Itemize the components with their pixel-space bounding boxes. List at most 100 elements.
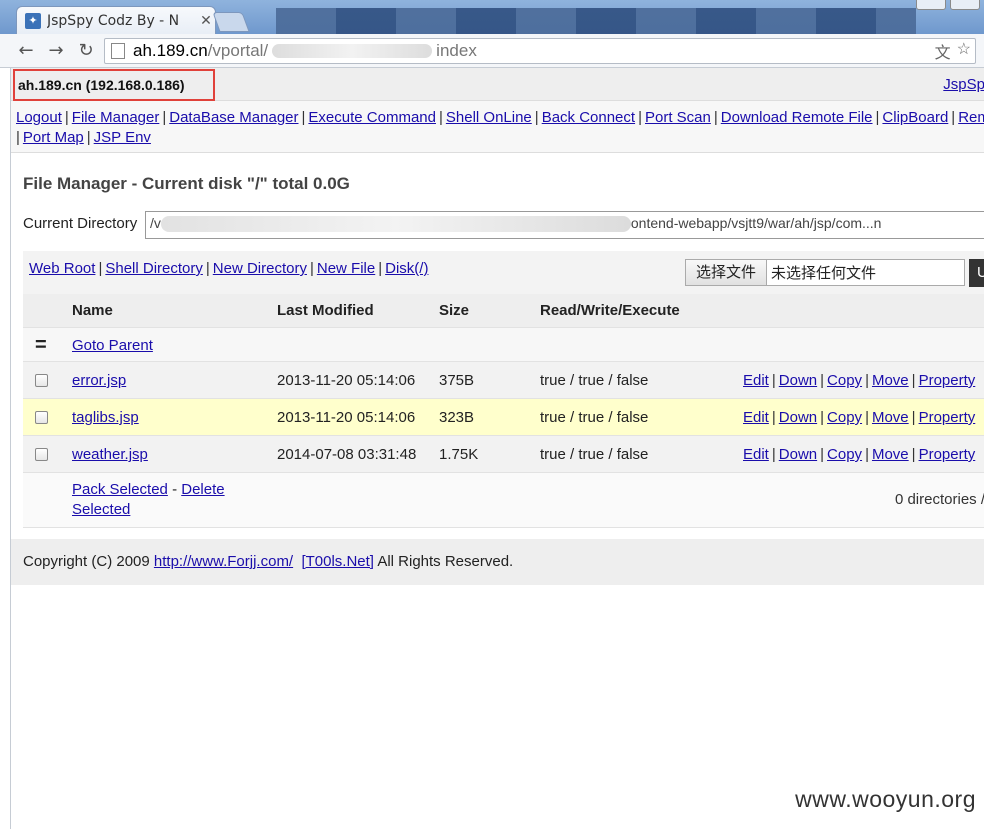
jspspy-link[interactable]: JspSp [943,76,984,93]
t00ls-link[interactable]: [T00ls.Net] [301,553,374,570]
op-separator: | [911,372,916,389]
menu-item-clipboard[interactable]: ClipBoard [882,109,948,126]
op-separator: | [865,372,869,389]
dir-link-new-directory[interactable]: New Directory [213,260,307,277]
header-name: Name [72,302,113,319]
url-redacted-blur [272,44,433,58]
directory-links: Web Root | Shell Directory | New Directory | N… [29,260,428,277]
url-path-end: index [436,41,477,60]
op-separator: | [771,372,776,389]
menu-item-file-manager[interactable]: File Manager [72,109,160,126]
file-copy-link[interactable]: Copy [827,409,862,426]
file-edit-link[interactable]: Edit [743,409,769,426]
file-name-link[interactable]: weather.jsp [72,446,148,463]
dir-link-disk-[interactable]: Disk(/) [385,260,428,277]
file-property-link[interactable]: Property [919,409,976,426]
url-host: ah.189.cn [133,41,208,60]
file-move-link[interactable]: Move [872,409,909,426]
copyright-bar: Copyright (C) 2009 http://www.Forjj.com/… [11,539,984,585]
browser-title-bar: ✦ JspSpy Codz By - N ✕ [0,0,984,34]
op-separator: | [771,446,776,463]
menu-separator: | [534,109,539,126]
menu-separator: | [162,109,167,126]
file-name-link[interactable]: error.jsp [72,372,126,389]
op-separator: | [820,409,825,426]
bulk-actions: Pack Selected - Delete Selected [72,480,262,520]
file-copy-link[interactable]: Copy [827,372,862,389]
dir-link-shell-directory[interactable]: Shell Directory [105,260,203,277]
file-size: 375B [439,372,475,389]
file-move-link[interactable]: Move [872,372,909,389]
menu-item-back-connect[interactable]: Back Connect [542,109,635,126]
upload-button[interactable]: U [969,259,984,287]
file-edit-link[interactable]: Edit [743,446,769,463]
row-checkbox[interactable] [35,374,48,387]
menu-item-rem[interactable]: Rem [958,109,984,126]
page-icon [111,43,125,59]
file-move-link[interactable]: Move [872,446,909,463]
maximize-button[interactable] [950,0,980,10]
tab-close-icon[interactable]: ✕ [197,13,215,29]
menu-item-execute-command[interactable]: Execute Command [308,109,436,126]
copyright-suffix: All Rights Reserved. [377,553,514,570]
forjj-link[interactable]: http://www.Forjj.com/ [154,553,293,570]
current-directory-input[interactable]: /v ontend-webapp/vsjtt9/war/ah/jsp/com...… [145,211,984,239]
file-down-link[interactable]: Down [779,409,817,426]
tab-title: JspSpy Codz By - N [47,12,180,29]
table-footer: Pack Selected - Delete Selected 0 direct… [23,473,984,528]
table-row: error.jsp 2013-11-20 05:14:06 375B true / t… [23,362,984,399]
file-property-link[interactable]: Property [919,446,976,463]
file-edit-link[interactable]: Edit [743,372,769,389]
reload-icon[interactable]: ↻ [74,40,98,62]
choose-file-button[interactable]: 选择文件 [686,260,768,285]
bookmark-star-icon[interactable]: ☆ [957,39,971,63]
goto-parent-link[interactable]: Goto Parent [72,337,153,354]
menu-item-database-manager[interactable]: DataBase Manager [169,109,298,126]
file-none-label: 未选择任何文件 [771,264,877,282]
menu-item-logout[interactable]: Logout [16,109,62,126]
menu-separator: | [875,109,880,126]
file-upload-input[interactable]: 选择文件 未选择任何文件 [685,259,965,286]
minimize-button[interactable] [916,0,946,10]
menu-item-jsp-env[interactable]: JSP Env [94,129,151,146]
op-separator: | [820,446,825,463]
row-checkbox[interactable] [35,411,48,424]
menu-separator: | [301,109,306,126]
file-copy-link[interactable]: Copy [827,446,862,463]
link-separator: | [205,260,210,277]
file-operations: Edit | Down | Copy | Move | Property [743,372,975,389]
row-checkbox-cell [35,446,48,465]
menu-item-port-map[interactable]: Port Map [23,129,84,146]
menu-separator: | [16,129,20,146]
row-checkbox-cell [35,372,48,391]
menu-separator: | [713,109,718,126]
file-name-link[interactable]: taglibs.jsp [72,409,139,426]
file-down-link[interactable]: Down [779,446,817,463]
file-property-link[interactable]: Property [919,372,976,389]
file-operations: Edit | Down | Copy | Move | Property [743,409,975,426]
menu-separator: | [638,109,642,126]
browser-tab[interactable]: ✦ JspSpy Codz By - N ✕ [16,6,216,34]
main-menu: Logout | File Manager | DataBase Manager | Exe… [11,101,984,153]
address-bar[interactable]: ah.189.cn /vportal/ index 文 ☆ [104,38,976,64]
dir-link-new-file[interactable]: New File [317,260,375,277]
translate-icon[interactable]: 文 [935,39,951,63]
pack-selected-link[interactable]: Pack Selected [72,481,168,498]
header-modified: Last Modified [277,302,374,319]
forward-arrow-icon[interactable]: → [44,40,68,62]
back-arrow-icon[interactable]: ← [14,40,38,62]
dir-link-web-root[interactable]: Web Root [29,260,95,277]
header-rwx: Read/Write/Execute [540,302,680,319]
host-bar: ah.189.cn (192.168.0.186) JspSp [11,68,984,101]
file-down-link[interactable]: Down [779,372,817,389]
parent-dir-icon: = [35,334,47,356]
menu-item-download-remote-file[interactable]: Download Remote File [721,109,873,126]
new-tab-button[interactable] [212,12,250,32]
directory-summary: 0 directories / [894,491,984,508]
op-separator: | [911,409,916,426]
file-table: Name Last Modified Size Read/Write/Execu… [23,294,984,528]
menu-item-shell-online[interactable]: Shell OnLine [446,109,532,126]
row-checkbox[interactable] [35,448,48,461]
menu-separator: | [951,109,956,126]
menu-item-port-scan[interactable]: Port Scan [645,109,711,126]
